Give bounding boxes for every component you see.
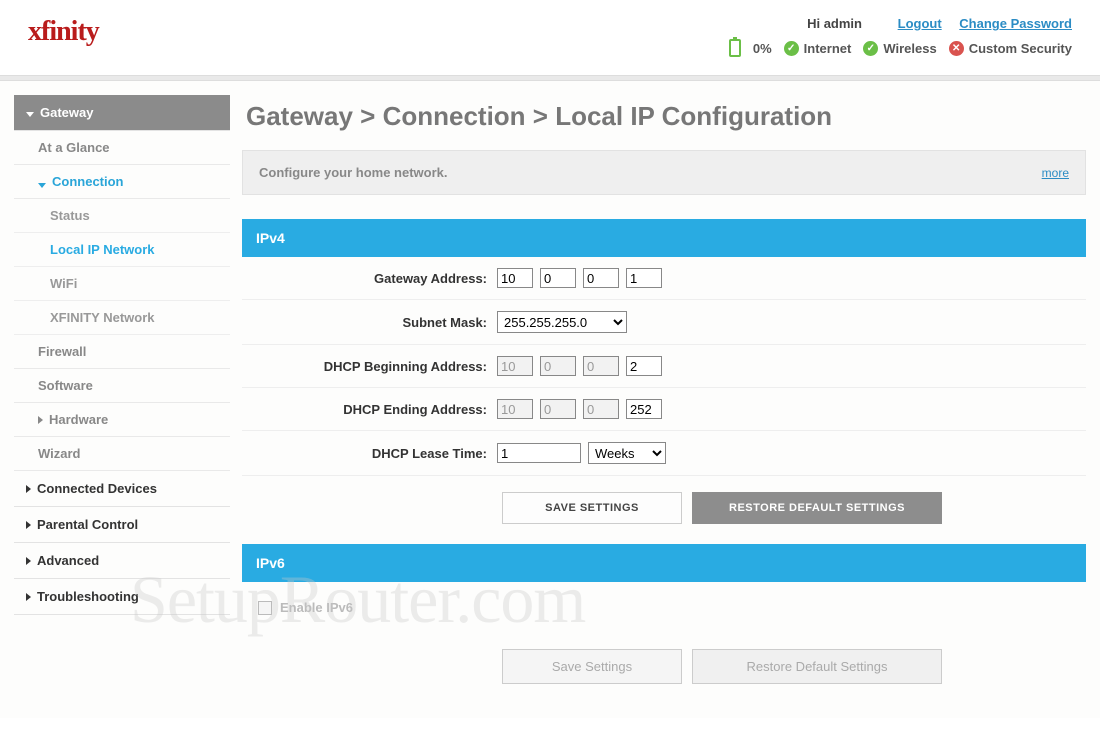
dhcp-begin-octet-3 (583, 356, 619, 376)
intro-text: Configure your home network. (259, 165, 448, 180)
check-icon: ✓ (863, 41, 878, 56)
logout-link[interactable]: Logout (898, 16, 942, 31)
dhcp-begin-octet-2 (540, 356, 576, 376)
enable-ipv6-checkbox[interactable]: Enable IPv6 (258, 600, 1070, 615)
dhcp-end-octet-2 (540, 399, 576, 419)
ipv6-restore-button[interactable]: Restore Default Settings (692, 649, 942, 684)
gateway-address-label: Gateway Address: (242, 271, 497, 286)
change-password-link[interactable]: Change Password (959, 16, 1072, 31)
sidebar-item-wizard[interactable]: Wizard (14, 437, 230, 471)
dhcp-begin-label: DHCP Beginning Address: (242, 359, 497, 374)
sidebar-item-hardware[interactable]: Hardware (14, 403, 230, 437)
greeting-text: Hi admin (807, 16, 862, 31)
lease-time-input[interactable] (497, 443, 581, 463)
ipv6-panel-header: IPv6 (242, 544, 1086, 582)
chevron-down-icon (26, 112, 34, 117)
sidebar-item-gateway[interactable]: Gateway (14, 95, 230, 131)
gateway-octet-2[interactable] (540, 268, 576, 288)
status-wireless: Wireless (883, 41, 936, 56)
chevron-right-icon (26, 557, 31, 565)
sidebar-item-connected-devices[interactable]: Connected Devices (14, 471, 230, 507)
chevron-down-icon (38, 183, 46, 188)
sidebar-item-local-ip[interactable]: Local IP Network (14, 233, 230, 267)
battery-icon (729, 39, 741, 57)
status-internet: Internet (804, 41, 852, 56)
battery-percent: 0% (753, 41, 772, 56)
chevron-right-icon (26, 521, 31, 529)
error-icon: ✕ (949, 41, 964, 56)
chevron-right-icon (26, 485, 31, 493)
dhcp-begin-octet-1 (497, 356, 533, 376)
status-security: Custom Security (969, 41, 1072, 56)
checkbox-icon (258, 601, 272, 615)
dhcp-begin-octet-4[interactable] (626, 356, 662, 376)
gateway-octet-4[interactable] (626, 268, 662, 288)
subnet-mask-label: Subnet Mask: (242, 315, 497, 330)
sidebar-item-status[interactable]: Status (14, 199, 230, 233)
more-link[interactable]: more (1042, 166, 1069, 180)
sidebar-item-troubleshooting[interactable]: Troubleshooting (14, 579, 230, 615)
lease-time-label: DHCP Lease Time: (242, 446, 497, 461)
sidebar-item-xfinity-network[interactable]: XFINITY Network (14, 301, 230, 335)
sidebar-item-firewall[interactable]: Firewall (14, 335, 230, 369)
breadcrumb: Gateway > Connection > Local IP Configur… (246, 101, 1086, 132)
ipv6-save-button[interactable]: Save Settings (502, 649, 682, 684)
sidebar-item-at-a-glance[interactable]: At a Glance (14, 131, 230, 165)
lease-time-unit-select[interactable]: Weeks (588, 442, 666, 464)
sidebar-item-software[interactable]: Software (14, 369, 230, 403)
logo: xfinity (28, 16, 99, 48)
chevron-right-icon (38, 416, 43, 424)
sidebar-item-connection[interactable]: Connection (14, 165, 230, 199)
ipv4-panel-header: IPv4 (242, 219, 1086, 257)
sidebar: Gateway At a Glance Connection Status Lo… (14, 95, 230, 704)
chevron-right-icon (26, 593, 31, 601)
sidebar-item-advanced[interactable]: Advanced (14, 543, 230, 579)
check-icon: ✓ (784, 41, 799, 56)
gateway-octet-1[interactable] (497, 268, 533, 288)
gateway-octet-3[interactable] (583, 268, 619, 288)
sidebar-item-wifi[interactable]: WiFi (14, 267, 230, 301)
sidebar-item-parental-control[interactable]: Parental Control (14, 507, 230, 543)
dhcp-end-octet-4[interactable] (626, 399, 662, 419)
subnet-mask-select[interactable]: 255.255.255.0 (497, 311, 627, 333)
dhcp-end-octet-1 (497, 399, 533, 419)
ipv4-restore-button[interactable]: RESTORE DEFAULT SETTINGS (692, 492, 942, 524)
ipv4-save-button[interactable]: SAVE SETTINGS (502, 492, 682, 524)
dhcp-end-label: DHCP Ending Address: (242, 402, 497, 417)
dhcp-end-octet-3 (583, 399, 619, 419)
